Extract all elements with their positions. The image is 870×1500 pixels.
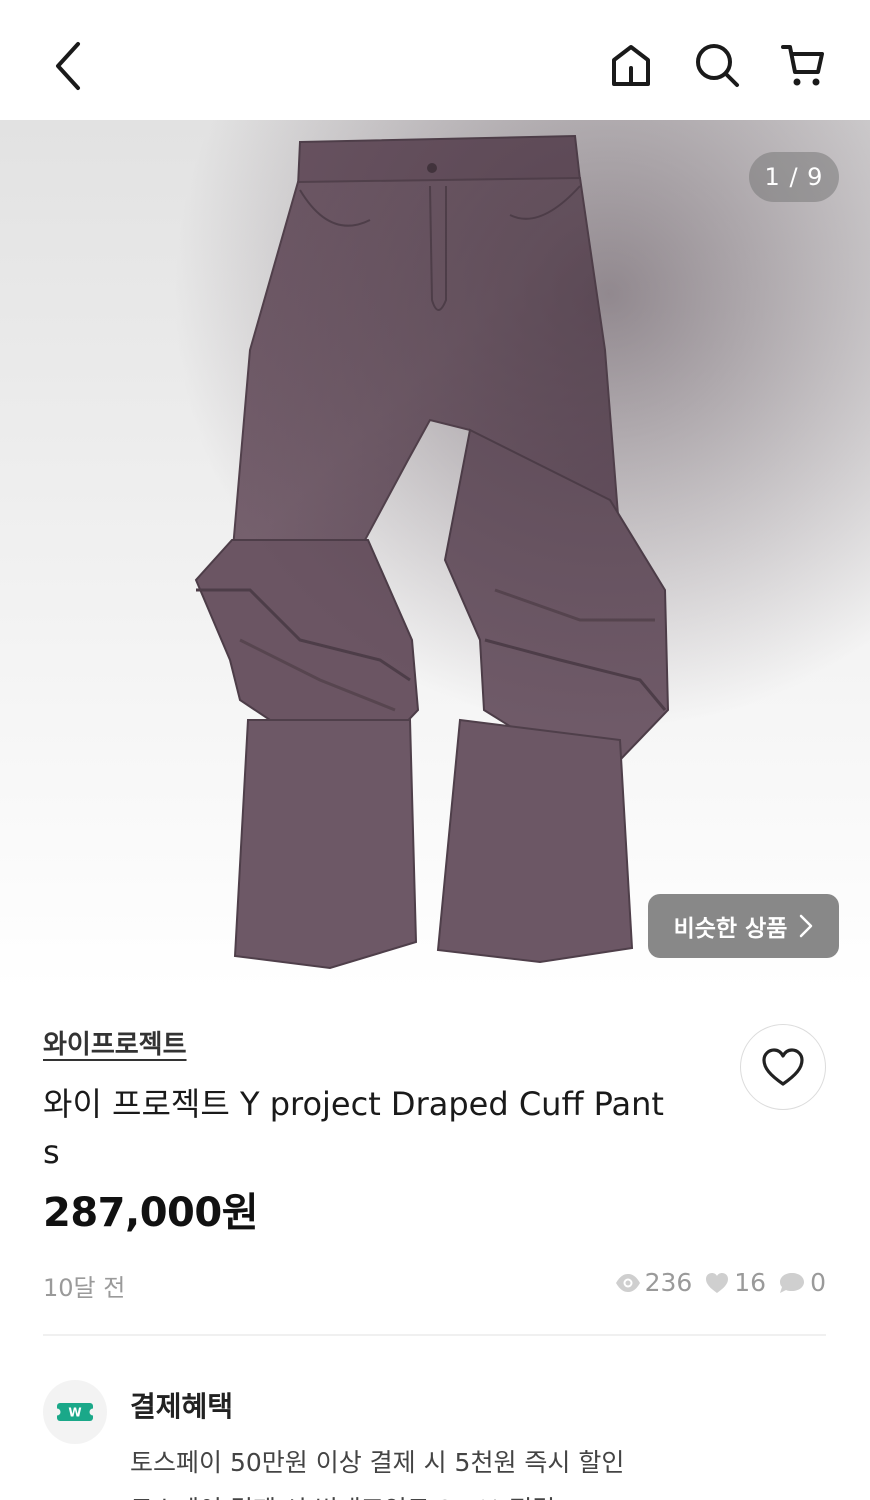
payment-benefit-line: 토스페이 50만원 이상 결제 시 5천원 즉시 할인 bbox=[130, 1448, 625, 1477]
likes-count: 16 bbox=[734, 1268, 767, 1297]
payment-benefits-title: 결제혜택 bbox=[130, 1390, 234, 1423]
chevron-right-icon bbox=[800, 914, 813, 938]
won-coupon-icon: W bbox=[56, 1403, 94, 1421]
views-count: 236 bbox=[644, 1268, 693, 1297]
payment-benefit-line: 토스페이 결제 시 번개포인트 2.5% 적립 bbox=[130, 1490, 555, 1500]
product-image-gallery[interactable]: 1 / 9 비슷한 상품 bbox=[0, 120, 870, 990]
product-stats: 236 16 0 bbox=[615, 1268, 826, 1297]
home-icon bbox=[612, 45, 650, 86]
brand-link[interactable]: 와이프로젝트 bbox=[43, 1024, 187, 1061]
section-divider bbox=[43, 1334, 826, 1336]
image-page-counter: 1 / 9 bbox=[749, 152, 839, 202]
back-button[interactable] bbox=[40, 36, 96, 96]
chevron-left-icon bbox=[56, 42, 80, 90]
cart-button[interactable] bbox=[778, 40, 828, 90]
favorite-button[interactable] bbox=[740, 1024, 826, 1110]
chats-stat: 0 bbox=[778, 1268, 826, 1297]
posted-time: 10달 전 bbox=[43, 1274, 126, 1302]
similar-products-button[interactable]: 비슷한 상품 bbox=[648, 894, 839, 958]
product-photo bbox=[0, 120, 870, 990]
coupon-icon-label: W bbox=[68, 1406, 81, 1420]
product-price: 287,000원 bbox=[43, 1190, 259, 1236]
heart-outline-icon bbox=[762, 1048, 804, 1086]
likes-stat: 16 bbox=[704, 1268, 766, 1297]
home-button[interactable] bbox=[606, 40, 656, 90]
top-navigation-bar bbox=[0, 0, 870, 120]
similar-products-label: 비슷한 상품 bbox=[673, 916, 788, 942]
heart-icon bbox=[706, 1272, 729, 1293]
product-title: 와이 프로젝트 Y project Draped Cuff Pants bbox=[43, 1085, 664, 1171]
payment-benefit-icon: W bbox=[43, 1380, 107, 1444]
chats-count: 0 bbox=[810, 1268, 826, 1297]
search-button[interactable] bbox=[692, 40, 742, 90]
chat-bubble-icon bbox=[780, 1272, 805, 1293]
search-icon bbox=[696, 44, 739, 87]
eye-icon bbox=[615, 1273, 640, 1292]
cart-icon bbox=[781, 45, 824, 86]
views-stat: 236 bbox=[615, 1268, 693, 1297]
